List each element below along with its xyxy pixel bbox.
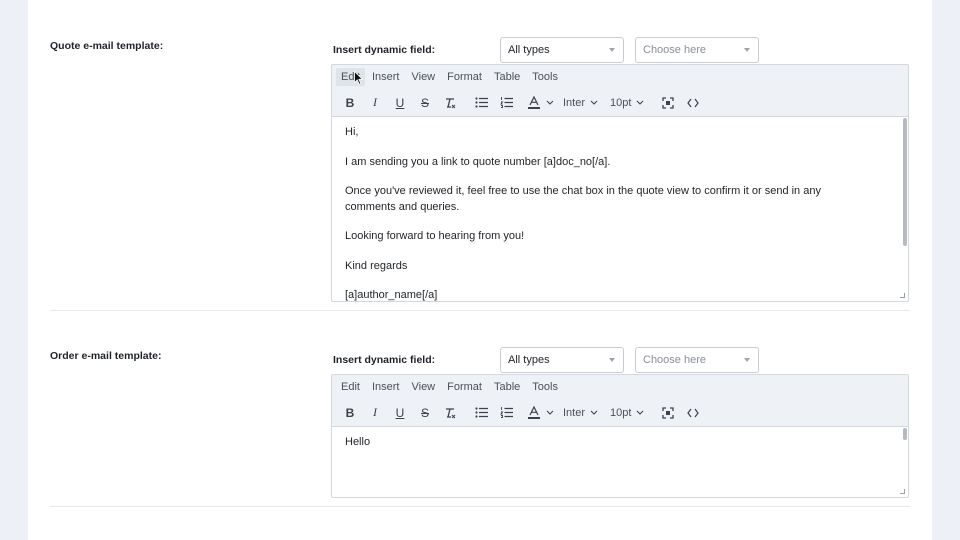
clear-format-icon[interactable]	[438, 92, 462, 114]
scrollbar-thumb[interactable]	[903, 428, 907, 440]
resize-handle-icon[interactable]	[900, 489, 905, 494]
editor-toolbar: B I U S Inter 10pt	[332, 399, 908, 427]
caret-down-icon	[744, 358, 750, 362]
type-select[interactable]: All types	[500, 347, 624, 373]
chevron-down-icon	[590, 100, 598, 105]
strikethrough-icon[interactable]: S	[413, 402, 437, 424]
fullscreen-icon[interactable]	[656, 92, 680, 114]
font-family-value: Inter	[563, 96, 586, 109]
section-divider	[50, 310, 910, 311]
bullet-list-icon[interactable]	[469, 92, 493, 114]
fullscreen-icon[interactable]	[656, 402, 680, 424]
italic-icon[interactable]: I	[363, 92, 387, 114]
numbered-list-icon[interactable]	[494, 402, 518, 424]
order-editor: Edit Insert View Format Table Tools B I …	[331, 374, 909, 498]
bold-icon[interactable]: B	[338, 402, 362, 424]
menu-view[interactable]: View	[406, 378, 440, 396]
underline-icon[interactable]: U	[388, 402, 412, 424]
menu-view[interactable]: View	[406, 68, 440, 86]
underline-icon[interactable]: U	[388, 92, 412, 114]
section-divider	[50, 506, 910, 507]
settings-panel: Quote e-mail template: Insert dynamic fi…	[28, 0, 932, 540]
menu-table[interactable]: Table	[489, 378, 525, 396]
quote-template-label: Quote e-mail template:	[50, 40, 164, 52]
paragraph: [a]author_name[/a]	[345, 289, 438, 301]
paragraph: Once you've reviewed it, feel free to us…	[345, 185, 821, 213]
type-select-value: All types	[508, 354, 550, 366]
dynamic-field-label: Insert dynamic field:	[333, 44, 436, 56]
chevron-down-icon	[637, 100, 644, 105]
menu-tools[interactable]: Tools	[527, 378, 563, 396]
bold-icon[interactable]: B	[338, 92, 362, 114]
field-select[interactable]: Choose here	[635, 37, 759, 63]
text-color-icon[interactable]	[525, 92, 543, 114]
clear-format-icon[interactable]	[438, 402, 462, 424]
caret-down-icon	[744, 48, 750, 52]
chevron-down-icon[interactable]	[544, 92, 556, 114]
paragraph: Looking forward to hearing from you!	[345, 230, 525, 242]
font-size-dropdown[interactable]: 10pt	[604, 92, 650, 114]
font-size-dropdown[interactable]: 10pt	[604, 402, 650, 424]
font-size-value: 10pt	[610, 406, 632, 419]
scrollbar-thumb[interactable]	[903, 118, 907, 246]
mouse-cursor-icon	[354, 71, 363, 85]
font-family-dropdown[interactable]: Inter	[557, 402, 604, 424]
paragraph: Hi,	[345, 126, 359, 138]
font-family-value: Inter	[563, 406, 586, 419]
caret-down-icon	[609, 358, 615, 362]
chevron-down-icon[interactable]	[544, 402, 556, 424]
strikethrough-icon[interactable]: S	[413, 92, 437, 114]
menu-edit[interactable]: Edit	[336, 378, 365, 396]
numbered-list-icon[interactable]	[494, 92, 518, 114]
editor-menubar: Edit Insert View Format Table Tools	[332, 375, 908, 399]
menu-format[interactable]: Format	[442, 378, 487, 396]
font-size-value: 10pt	[610, 96, 632, 109]
font-family-dropdown[interactable]: Inter	[557, 92, 604, 114]
field-select-placeholder: Choose here	[643, 44, 706, 56]
bullet-list-icon[interactable]	[469, 402, 493, 424]
menu-table[interactable]: Table	[489, 68, 525, 86]
menu-tools[interactable]: Tools	[527, 68, 563, 86]
field-select[interactable]: Choose here	[635, 347, 759, 373]
caret-down-icon	[609, 48, 615, 52]
source-code-icon[interactable]	[681, 402, 705, 424]
quote-editor-content[interactable]: Hi, I am sending you a link to quote num…	[332, 117, 908, 301]
paragraph: Hello	[345, 436, 371, 448]
editor-toolbar: B I U S Inter 10pt	[332, 89, 908, 117]
dynamic-field-label: Insert dynamic field:	[333, 354, 436, 366]
order-editor-content[interactable]: Hello	[332, 427, 908, 497]
chevron-down-icon	[637, 410, 644, 415]
order-template-label: Order e-mail template:	[50, 350, 162, 362]
paragraph: I am sending you a link to quote number …	[345, 155, 611, 168]
menu-format[interactable]: Format	[442, 68, 487, 86]
field-select-placeholder: Choose here	[643, 354, 706, 366]
italic-icon[interactable]: I	[363, 402, 387, 424]
menu-insert[interactable]: Insert	[367, 68, 405, 86]
text-color-icon[interactable]	[525, 402, 543, 424]
menu-insert[interactable]: Insert	[367, 378, 405, 396]
source-code-icon[interactable]	[681, 92, 705, 114]
paragraph: Kind regards	[345, 259, 408, 272]
quote-editor: Edit Insert View Format Table Tools B I …	[331, 64, 909, 302]
chevron-down-icon	[590, 410, 598, 415]
resize-handle-icon[interactable]	[900, 293, 905, 298]
type-select-value: All types	[508, 44, 550, 56]
editor-menubar: Edit Insert View Format Table Tools	[332, 65, 908, 89]
type-select[interactable]: All types	[500, 37, 624, 63]
